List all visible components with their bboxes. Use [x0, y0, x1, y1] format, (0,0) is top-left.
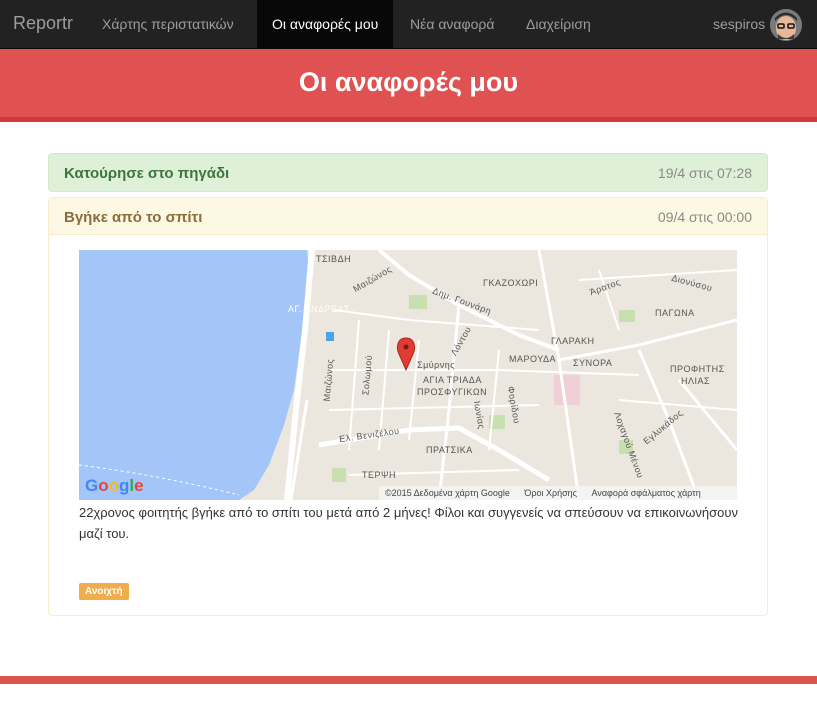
map-label: ΠΡΟΣΦΥΓΙΚΩΝ — [417, 387, 488, 397]
logo-letter: g — [119, 476, 130, 495]
nav-my-reports[interactable]: Οι αναφορές μου — [257, 0, 394, 49]
avatar-image — [770, 9, 802, 41]
report-title: Κατούρησε στο πηγάδι — [64, 165, 230, 182]
footer-bar — [0, 676, 817, 684]
map-terms-link[interactable]: Όροι Χρήσης — [524, 488, 577, 498]
nav-new-report[interactable]: Νέα αναφορά — [395, 0, 509, 49]
map-label: ΤΕΡΨΗ — [362, 470, 397, 480]
navbar: Reportr Χάρτης περιστατικών Οι αναφορές … — [0, 0, 817, 49]
logo-letter: o — [108, 476, 120, 495]
map-label: ΓΛΑΡΑΚΗ — [551, 336, 595, 346]
report-panel: Βγήκε από το σπίτι 09/4 στις 00:00 ΤΣΙΒΔ… — [48, 197, 768, 616]
report-title: Βγήκε από το σπίτι — [64, 209, 203, 226]
map-label: ΠΡΟΦΗΤΗΣ — [670, 364, 725, 374]
google-logo: Google — [85, 476, 144, 496]
map-label: ΤΣΙΒΔΗ — [316, 254, 352, 264]
user-name[interactable]: sespiros — [713, 16, 765, 32]
logo-letter: o — [98, 476, 109, 495]
avatar[interactable] — [770, 9, 802, 41]
map-label: ΑΓ. ΑΝΔΡΕΑΣ — [288, 304, 351, 314]
map-label: ΣΥΝΟΡΑ — [573, 358, 613, 368]
map-label: Σμύρνης — [417, 360, 456, 370]
report-date: 09/4 στις 00:00 — [657, 209, 752, 225]
logo-letter: e — [134, 476, 144, 495]
report-heading[interactable]: Βγήκε από το σπίτι 09/4 στις 00:00 — [49, 198, 767, 235]
page-header: Οι αναφορές μου — [0, 49, 817, 122]
map-attribution-text: ©2015 Δεδομένα χάρτη Google — [385, 488, 510, 498]
report-map[interactable]: ΤΣΙΒΔΗ ΑΓ. ΑΝΔΡΕΑΣ ΓΚΑΖΟΧΩΡΙ Δημ. Γουνάρ… — [79, 250, 737, 500]
page-title: Οι αναφορές μου — [298, 67, 519, 97]
nav-incident-map[interactable]: Χάρτης περιστατικών — [87, 0, 249, 49]
brand-link[interactable]: Reportr — [13, 13, 73, 34]
map-label: ΠΑΓΩΝΑ — [655, 308, 695, 318]
map-label: ΜΑΡΟΥΔΑ — [509, 354, 557, 364]
map-label: ΑΓΙΑ ΤΡΙΑΔΑ — [423, 375, 482, 385]
map-attribution: ©2015 Δεδομένα χάρτη Google Όροι Χρήσης … — [379, 486, 737, 500]
logo-letter: G — [85, 476, 99, 495]
map-label: ΓΚΑΖΟΧΩΡΙ — [483, 278, 539, 288]
map-label: ΗΛΙΑΣ — [681, 376, 711, 386]
nav-admin[interactable]: Διαχείριση — [511, 0, 606, 49]
report-description: 22χρονος φοιτητής βγήκε από το σπίτι του… — [79, 505, 738, 541]
report-panel[interactable]: Κατούρησε στο πηγάδι 19/4 στις 07:28 — [48, 153, 768, 192]
map-report-error-link[interactable]: Αναφορά σφάλματος χάρτη — [592, 488, 701, 498]
report-date: 19/4 στις 07:28 — [657, 165, 752, 181]
status-badge: Ανοιχτή — [79, 583, 129, 600]
report-heading[interactable]: Κατούρησε στο πηγάδι 19/4 στις 07:28 — [49, 154, 767, 190]
map-label: ΠΡΑΤΣΙΚΑ — [426, 445, 473, 455]
